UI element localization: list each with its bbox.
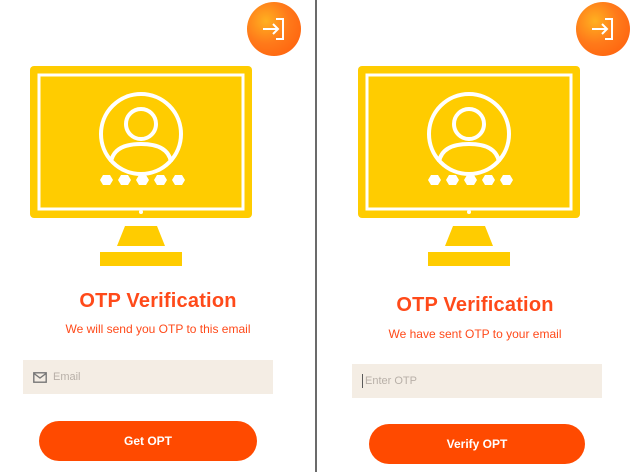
- exit-button[interactable]: [576, 2, 630, 56]
- page-title: OTP Verification: [79, 290, 237, 312]
- screen-divider: [315, 0, 317, 472]
- send-otp-screen: OTP Verification We will send you OTP to…: [0, 0, 316, 472]
- monitor-illustration: [30, 66, 252, 270]
- text-caret: [362, 374, 363, 388]
- verify-otp-button[interactable]: Verify OPT: [369, 424, 585, 464]
- page-subtitle: We will send you OTP to this email: [65, 322, 251, 336]
- verify-otp-screen: OTP Verification We have sent OTP to you…: [318, 0, 632, 472]
- logout-arrow-icon: [263, 18, 284, 40]
- get-otp-button[interactable]: Get OPT: [39, 421, 257, 461]
- page-title: OTP Verification: [396, 294, 554, 316]
- otp-field[interactable]: [352, 364, 602, 398]
- mail-icon: [33, 371, 47, 383]
- page-subtitle: We have sent OTP to your email: [388, 327, 562, 341]
- exit-button[interactable]: [247, 2, 301, 56]
- logout-arrow-icon: [592, 18, 613, 40]
- monitor-illustration: [358, 66, 580, 270]
- app-stage: OTP Verification We will send you OTP to…: [0, 0, 632, 472]
- email-input[interactable]: [53, 367, 253, 387]
- email-field[interactable]: [23, 360, 273, 394]
- otp-input[interactable]: [365, 371, 565, 391]
